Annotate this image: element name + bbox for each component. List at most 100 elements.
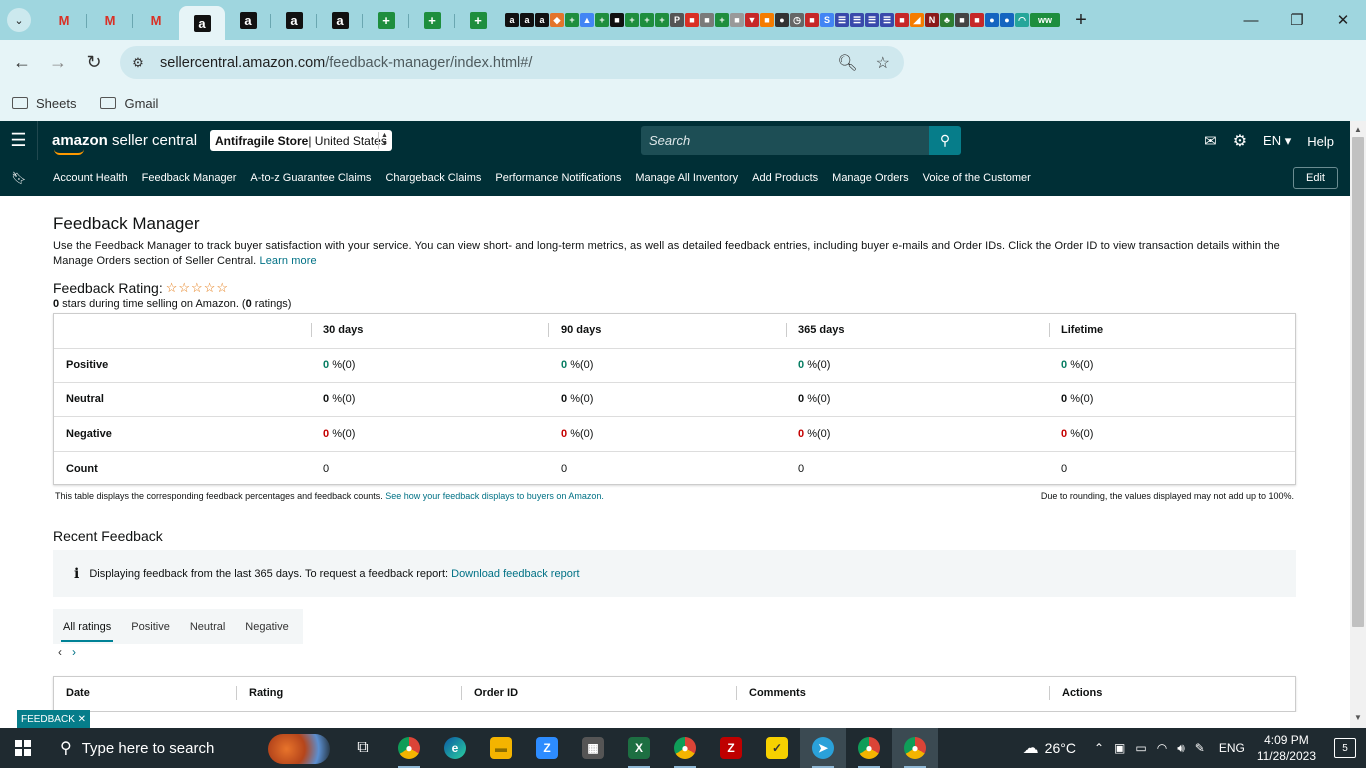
edge-taskbar-icon[interactable]: e bbox=[432, 728, 478, 768]
notification-center-icon[interactable]: 5 bbox=[1334, 738, 1356, 758]
nav-voice-of-customer[interactable]: Voice of the Customer bbox=[923, 172, 1031, 184]
bookmark-star-icon[interactable]: ☆ bbox=[876, 53, 890, 73]
nav-feedback-manager[interactable]: Feedback Manager bbox=[142, 172, 237, 184]
input-language[interactable]: ENG bbox=[1219, 741, 1245, 755]
search-input[interactable]: Search bbox=[641, 126, 930, 155]
windows-start-icon[interactable] bbox=[0, 728, 46, 768]
store-selector[interactable]: Antifragile Store | United States ▲ ▼ bbox=[210, 130, 392, 151]
chrome-profile-icon[interactable]: ● bbox=[892, 728, 938, 768]
browser-tab-sheets-1[interactable]: + bbox=[363, 3, 409, 37]
tab-favicon-icon[interactable]: ● bbox=[985, 13, 999, 27]
search-highlight-icon[interactable] bbox=[268, 734, 330, 764]
browser-tab-sheets-2[interactable]: + bbox=[409, 3, 455, 37]
browser-tab-active[interactable]: a bbox=[179, 6, 225, 40]
list-icon[interactable]: ☰ bbox=[865, 13, 879, 27]
page-scrollbar[interactable]: ▲ ▼ bbox=[1350, 121, 1366, 728]
sheets-icon[interactable]: + bbox=[655, 13, 669, 27]
hamburger-menu-icon[interactable]: ☰ bbox=[0, 121, 38, 160]
search-button[interactable]: ⚲ bbox=[929, 126, 961, 155]
tab-favicon-icon[interactable]: ■ bbox=[970, 13, 984, 27]
tab-favicon-icon[interactable]: ww bbox=[1030, 13, 1060, 27]
file-explorer-icon[interactable]: ▬ bbox=[478, 728, 524, 768]
minimize-button[interactable]: — bbox=[1228, 0, 1274, 40]
tab-search-icon[interactable]: ⌄ bbox=[7, 8, 31, 32]
task-view-icon[interactable]: ⧉ bbox=[340, 728, 386, 768]
zoom-taskbar-icon[interactable]: Z bbox=[524, 728, 570, 768]
tray-overflow-icon[interactable]: ⌃ bbox=[1094, 741, 1104, 755]
bookmark-icon[interactable]: 🔖︎ bbox=[0, 171, 38, 185]
edit-nav-button[interactable]: Edit bbox=[1293, 167, 1338, 189]
chrome-taskbar-icon[interactable]: ● bbox=[386, 728, 432, 768]
tab-favicon-icon[interactable]: S bbox=[820, 13, 834, 27]
browser-tab-amazon-2[interactable]: a bbox=[225, 3, 271, 37]
sticky-notes-icon[interactable]: ✓ bbox=[754, 728, 800, 768]
tab-all-ratings[interactable]: All ratings bbox=[53, 609, 121, 644]
nav-a-to-z-claims[interactable]: A-to-z Guarantee Claims bbox=[250, 172, 371, 184]
tab-favicon-icon[interactable]: ▲ bbox=[580, 13, 594, 27]
close-window-button[interactable]: ✕ bbox=[1320, 0, 1366, 40]
excel-taskbar-icon[interactable]: X bbox=[616, 728, 662, 768]
chrome-profile-icon[interactable]: ● bbox=[662, 728, 708, 768]
nav-performance-notifications[interactable]: Performance Notifications bbox=[495, 172, 621, 184]
browser-tab-amazon-3[interactable]: a bbox=[271, 3, 317, 37]
filezilla-icon[interactable]: Z bbox=[708, 728, 754, 768]
mail-icon[interactable]: ✉ bbox=[1204, 132, 1217, 150]
tab-favicon-icon[interactable]: N bbox=[925, 13, 939, 27]
calculator-icon[interactable]: ▦ bbox=[570, 728, 616, 768]
scroll-up-icon[interactable]: ▲ bbox=[1354, 125, 1362, 134]
volume-icon[interactable]: 🔊︎ bbox=[1177, 741, 1185, 756]
feedback-button[interactable]: FEEDBACK ✕ bbox=[17, 710, 90, 728]
scrollbar-thumb[interactable] bbox=[1352, 137, 1364, 627]
chevron-right-icon[interactable]: › bbox=[72, 645, 76, 659]
tab-favicon-icon[interactable]: ◆ bbox=[550, 13, 564, 27]
tab-favicon-icon[interactable]: ■ bbox=[610, 13, 624, 27]
browser-tab-amazon-4[interactable]: a bbox=[317, 3, 363, 37]
zoom-icon[interactable]: 🔍︎ bbox=[837, 53, 857, 73]
list-icon[interactable]: ☰ bbox=[850, 13, 864, 27]
list-icon[interactable]: ☰ bbox=[835, 13, 849, 27]
telegram-icon[interactable]: ➤ bbox=[800, 728, 846, 768]
restore-button[interactable]: ❐ bbox=[1274, 0, 1320, 40]
tab-favicon-icon[interactable]: ▼ bbox=[745, 13, 759, 27]
sheets-icon[interactable]: + bbox=[715, 13, 729, 27]
amazon-icon[interactable]: a bbox=[535, 13, 549, 27]
chevron-left-icon[interactable]: ‹ bbox=[58, 645, 62, 659]
tab-neutral[interactable]: Neutral bbox=[180, 609, 235, 644]
nav-add-products[interactable]: Add Products bbox=[752, 172, 818, 184]
nav-manage-orders[interactable]: Manage Orders bbox=[832, 172, 908, 184]
tab-favicon-icon[interactable]: ◢ bbox=[910, 13, 924, 27]
new-tab-button[interactable]: + bbox=[1068, 7, 1094, 33]
nav-manage-all-inventory[interactable]: Manage All Inventory bbox=[635, 172, 738, 184]
tab-favicon-icon[interactable]: ◠ bbox=[1015, 13, 1029, 27]
tab-favicon-icon[interactable]: ● bbox=[1000, 13, 1014, 27]
weather-temp[interactable]: 26°C bbox=[1045, 740, 1076, 756]
tab-favicon-icon[interactable]: P bbox=[670, 13, 684, 27]
amazon-icon[interactable]: a bbox=[505, 13, 519, 27]
taskbar-clock[interactable]: 4:09 PM 11/28/2023 bbox=[1257, 732, 1316, 764]
list-icon[interactable]: ☰ bbox=[880, 13, 894, 27]
sheets-icon[interactable]: + bbox=[565, 13, 579, 27]
battery-icon[interactable]: ▭ bbox=[1135, 741, 1146, 755]
sheets-icon[interactable]: + bbox=[640, 13, 654, 27]
browser-tab-gmail-2[interactable]: M bbox=[87, 3, 133, 37]
amazon-icon[interactable]: a bbox=[520, 13, 534, 27]
tab-positive[interactable]: Positive bbox=[121, 609, 180, 644]
tab-favicon-icon[interactable]: ■ bbox=[685, 13, 699, 27]
forward-button[interactable]: → bbox=[41, 46, 75, 80]
help-link[interactable]: Help bbox=[1307, 134, 1334, 149]
tab-favicon-icon[interactable]: ■ bbox=[895, 13, 909, 27]
reload-button[interactable]: ↻ bbox=[77, 46, 111, 80]
url-text[interactable]: sellercentral.amazon.com/feedback-manage… bbox=[160, 55, 532, 71]
pen-icon[interactable]: ✎ bbox=[1195, 741, 1205, 755]
nav-account-health[interactable]: Account Health bbox=[53, 172, 128, 184]
tab-favicon-icon[interactable]: ♣ bbox=[940, 13, 954, 27]
sheets-icon[interactable]: + bbox=[625, 13, 639, 27]
tab-negative[interactable]: Negative bbox=[235, 609, 298, 644]
browser-tab-sheets-3[interactable]: + bbox=[455, 3, 501, 37]
settings-gear-icon[interactable]: ⚙ bbox=[1233, 131, 1247, 151]
tab-favicon-icon[interactable]: ■ bbox=[955, 13, 969, 27]
bookmark-sheets[interactable]: Sheets bbox=[12, 96, 76, 111]
download-feedback-report-link[interactable]: Download feedback report bbox=[451, 568, 579, 580]
chrome-profile-icon[interactable]: ● bbox=[846, 728, 892, 768]
bookmark-gmail[interactable]: Gmail bbox=[100, 96, 158, 111]
